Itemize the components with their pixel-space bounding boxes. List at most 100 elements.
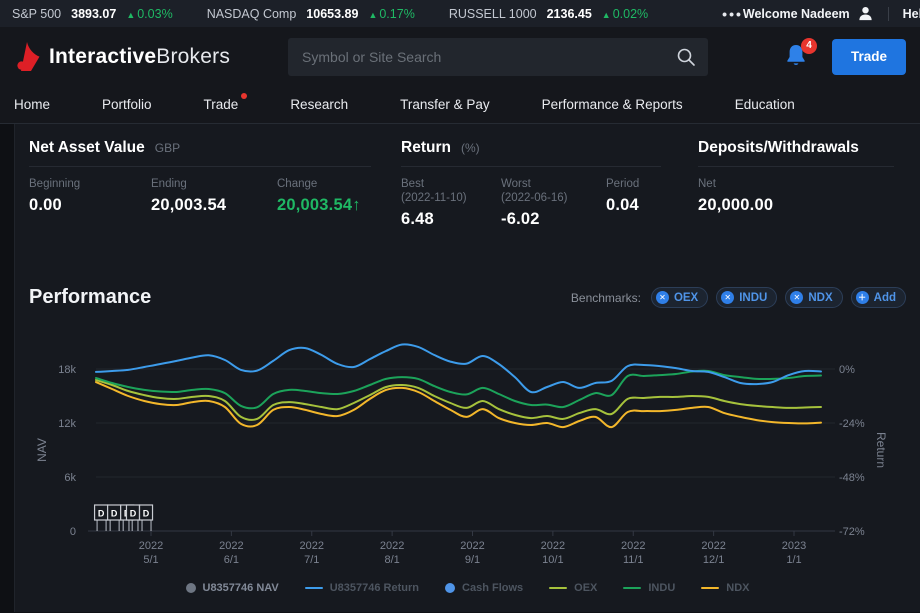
notifications-button[interactable]: 4	[784, 43, 810, 71]
up-arrow-icon: ▲	[368, 10, 377, 20]
ticker-sp500[interactable]: S&P 500 3893.07 ▲0.03%	[12, 7, 173, 21]
remove-icon[interactable]: ✕	[656, 291, 669, 304]
legend-dot-icon	[186, 583, 196, 593]
legend-dot-icon	[445, 583, 455, 593]
ticker-nasdaq[interactable]: NASDAQ Comp 10653.89 ▲0.17%	[207, 7, 415, 21]
svg-text:18k: 18k	[58, 364, 76, 376]
ticker-change: ▲0.02%	[602, 7, 648, 21]
return-section: Return (%) Best (2022-11-10) 6.48 Worst …	[401, 139, 661, 229]
legend-line-icon	[623, 587, 641, 590]
section-unit: (%)	[461, 141, 480, 155]
ticker-name: NASDAQ Comp	[207, 7, 297, 21]
svg-text:5/1: 5/1	[143, 554, 158, 566]
benchmark-pill-oex[interactable]: ✕ OEX	[651, 287, 708, 308]
help-button[interactable]: Help ?	[903, 6, 920, 22]
svg-text:D: D	[130, 509, 137, 519]
legend-item-oex[interactable]: OEX	[549, 582, 597, 594]
legend-item-return[interactable]: U8357746 Return	[305, 582, 419, 594]
stat-net-deposits: Net 20,000.00	[698, 177, 773, 215]
app-header: InteractiveBrokers 4 Trade	[0, 27, 920, 86]
stat-period-return: Period 0.04	[606, 177, 639, 229]
main-content: Net Asset Value GBP Beginning 0.00 Endin…	[14, 124, 920, 612]
search-box[interactable]	[288, 38, 708, 76]
benchmarks-label: Benchmarks:	[571, 291, 641, 305]
svg-text:10/1: 10/1	[542, 554, 563, 566]
ticker-change: ▲0.17%	[368, 7, 414, 21]
remove-icon[interactable]: ✕	[721, 291, 734, 304]
section-title: Return	[401, 139, 451, 157]
main-nav: Home Portfolio Trade Research Transfer &…	[0, 86, 920, 124]
nav-item-home[interactable]: Home	[14, 97, 50, 112]
svg-text:7/1: 7/1	[304, 554, 319, 566]
legend-line-icon	[305, 587, 323, 590]
nav-item-performance-reports[interactable]: Performance & Reports	[542, 97, 683, 112]
svg-text:8/1: 8/1	[384, 554, 399, 566]
net-asset-value-section: Net Asset Value GBP Beginning 0.00 Endin…	[29, 139, 371, 229]
help-label: Help	[903, 7, 920, 21]
svg-text:0%: 0%	[839, 364, 855, 376]
benchmark-add-button[interactable]: ＋ Add	[851, 287, 906, 308]
legend-item-cash-flows[interactable]: Cash Flows	[445, 582, 523, 594]
svg-text:12k: 12k	[58, 418, 76, 430]
benchmark-pill-indu[interactable]: ✕ INDU	[716, 287, 777, 308]
svg-text:D: D	[143, 509, 150, 519]
deposits-withdrawals-section: Deposits/Withdrawals Net 20,000.00	[698, 139, 894, 229]
ticker-change: ▲0.03%	[126, 7, 172, 21]
stat-ending: Ending 20,003.54	[151, 177, 277, 215]
legend-line-icon	[701, 587, 719, 590]
svg-text:D: D	[111, 509, 118, 519]
notification-count-badge: 4	[801, 38, 817, 54]
user-icon	[857, 5, 874, 22]
up-arrow-icon: ▲	[126, 10, 135, 20]
legend-item-indu[interactable]: INDU	[623, 582, 675, 594]
performance-chart-svg: 18k12k6k0NAV0%-24%-48%-72%Return20225/12…	[15, 317, 920, 575]
svg-text:6k: 6k	[64, 472, 76, 484]
svg-text:0: 0	[70, 526, 76, 538]
nav-item-transfer-pay[interactable]: Transfer & Pay	[400, 97, 490, 112]
stat-best-return: Best (2022-11-10) 6.48	[401, 177, 501, 229]
divider	[888, 7, 889, 21]
performance-header: Performance Benchmarks: ✕ OEX ✕ INDU ✕ N…	[15, 229, 920, 309]
search-input[interactable]	[288, 49, 708, 65]
svg-text:D: D	[98, 509, 105, 519]
performance-chart[interactable]: 18k12k6k0NAV0%-24%-48%-72%Return20225/12…	[15, 317, 920, 575]
svg-text:-72%: -72%	[839, 526, 865, 538]
stat-beginning: Beginning 0.00	[29, 177, 151, 215]
nav-item-research[interactable]: Research	[290, 97, 348, 112]
brand-logo[interactable]: InteractiveBrokers	[14, 41, 230, 72]
legend-item-nav[interactable]: U8357746 NAV	[186, 582, 279, 594]
benchmarks-bar: Benchmarks: ✕ OEX ✕ INDU ✕ NDX ＋ Add	[571, 287, 906, 308]
ticker-value: 3893.07	[71, 7, 116, 21]
market-ticker-bar: S&P 500 3893.07 ▲0.03% NASDAQ Comp 10653…	[0, 0, 920, 27]
account-summary: Net Asset Value GBP Beginning 0.00 Endin…	[15, 124, 920, 229]
legend-line-icon	[549, 587, 567, 590]
svg-text:2022: 2022	[139, 540, 163, 552]
svg-text:2022: 2022	[541, 540, 565, 552]
ticker-value: 2136.45	[547, 7, 592, 21]
svg-text:9/1: 9/1	[465, 554, 480, 566]
svg-text:1/1: 1/1	[786, 554, 801, 566]
legend-item-ndx[interactable]: NDX	[701, 582, 749, 594]
search-icon[interactable]	[676, 47, 696, 67]
svg-text:Return: Return	[874, 432, 888, 468]
add-icon[interactable]: ＋	[856, 291, 869, 304]
nav-item-education[interactable]: Education	[735, 97, 795, 112]
ticker-russell[interactable]: RUSSELL 1000 2136.45 ▲0.02%	[449, 7, 648, 21]
chart-legend: U8357746 NAV U8357746 Return Cash Flows …	[15, 582, 920, 594]
remove-icon[interactable]: ✕	[790, 291, 803, 304]
ticker-value: 10653.89	[306, 7, 358, 21]
svg-text:-48%: -48%	[839, 472, 865, 484]
nav-item-portfolio[interactable]: Portfolio	[102, 97, 152, 112]
svg-text:11/1: 11/1	[623, 554, 644, 566]
trade-button[interactable]: Trade	[832, 39, 906, 75]
ticker-more-button[interactable]: •••	[722, 6, 743, 22]
section-unit: GBP	[155, 141, 180, 155]
ticker-name: RUSSELL 1000	[449, 7, 537, 21]
trade-alert-dot	[241, 93, 247, 99]
welcome-user-menu[interactable]: Welcome Nadeem	[743, 5, 874, 22]
svg-text:2022: 2022	[300, 540, 324, 552]
stat-worst-return: Worst (2022-06-16) -6.02	[501, 177, 606, 229]
benchmark-pill-ndx[interactable]: ✕ NDX	[785, 287, 842, 308]
nav-item-trade[interactable]: Trade	[204, 97, 239, 112]
ticker-name: S&P 500	[12, 7, 61, 21]
